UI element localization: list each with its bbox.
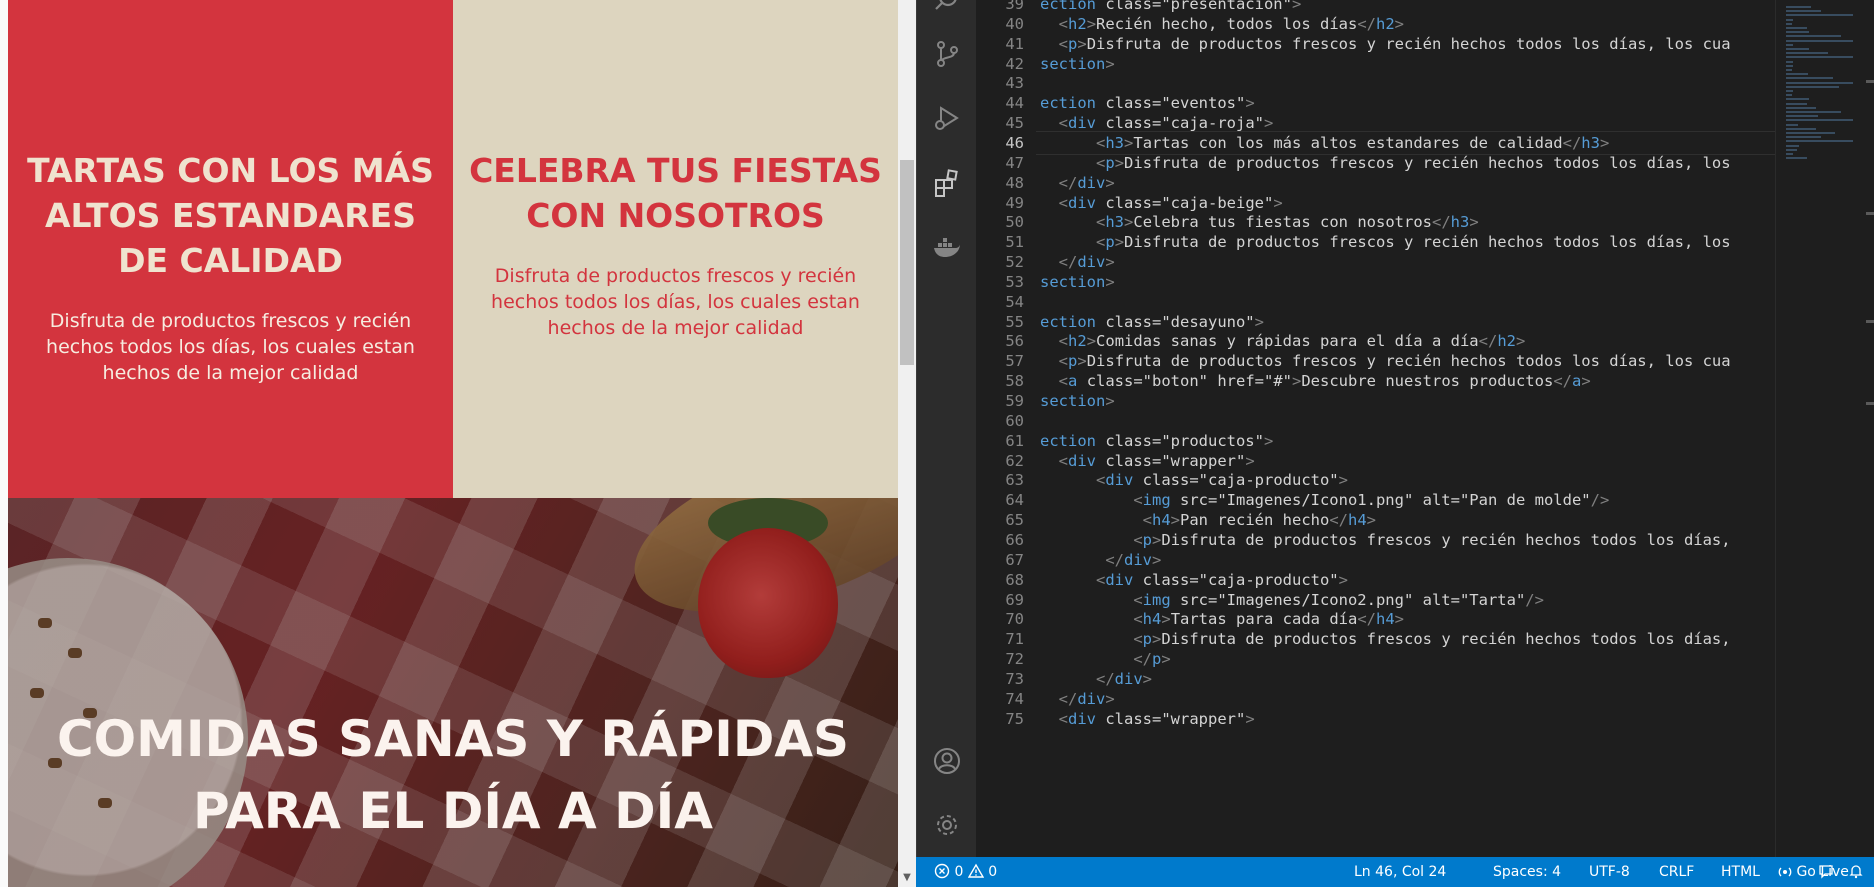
minimap-line — [1786, 43, 1794, 46]
minimap-line — [1786, 69, 1792, 71]
hero-title: Comidas sanas y rápidas para el día a dí… — [56, 710, 850, 840]
minimap-line — [1786, 85, 1840, 88]
broadcast-icon — [1778, 867, 1792, 877]
minimap-line — [1786, 115, 1819, 118]
caja-roja: Tartas con los más altos estandares de c… — [8, 0, 453, 498]
minimap-line — [1786, 111, 1841, 113]
caja-beige-title: Celebra tus fiestas con nosotros — [469, 151, 882, 235]
minimap-line — [1786, 127, 1816, 130]
line-number: 75 — [1005, 709, 1024, 728]
caja-beige: Celebra tus fiestas con nosotros Disfrut… — [453, 0, 898, 498]
scroll-down-arrow-icon[interactable]: ▼ — [898, 869, 916, 887]
language-mode[interactable]: HTML — [1721, 857, 1760, 887]
code-line[interactable]: 75 <div class="wrapper"> — [976, 707, 1816, 731]
source-control-icon[interactable] — [927, 34, 967, 74]
desayuno-hero: Comidas sanas y rápidas para el día a dí… — [8, 498, 898, 887]
caja-roja-title: Tartas con los más altos estandares de c… — [27, 151, 434, 280]
indentation[interactable]: Spaces: 4 — [1493, 857, 1561, 887]
feedback-icon[interactable] — [1818, 857, 1834, 887]
minimap-line — [1786, 140, 1853, 143]
preview-scrollbar[interactable]: ▼ — [898, 0, 916, 887]
minimap-line — [1786, 10, 1822, 13]
minimap-line — [1786, 31, 1809, 34]
browser-preview: Tartas con los más altos estandares de c… — [0, 0, 916, 887]
minimap-line — [1786, 102, 1807, 105]
minimap-line — [1786, 35, 1841, 38]
minimap[interactable] — [1775, 0, 1861, 857]
line-code: <div class="wrapper"> — [1058, 709, 1255, 728]
extensions-icon[interactable] — [927, 163, 967, 203]
minimap-line — [1786, 119, 1853, 122]
encoding[interactable]: UTF-8 — [1589, 857, 1630, 887]
code-editor[interactable]: 39 ection class="presentacion"> 40 <h2>Rec… — [976, 0, 1816, 857]
account-icon[interactable] — [927, 741, 967, 781]
minimap-line — [1786, 18, 1794, 21]
error-count: 0 — [954, 864, 964, 880]
minimap-line — [1786, 132, 1835, 134]
minimap-line — [1786, 60, 1794, 63]
minimap-line — [1786, 136, 1822, 139]
warning-icon — [967, 863, 985, 878]
scroll-marker — [1866, 212, 1874, 215]
preview-scroll-thumb[interactable] — [900, 160, 914, 365]
minimap-line — [1786, 52, 1829, 55]
minimap-line — [1786, 27, 1807, 29]
minimap-line — [1786, 123, 1798, 126]
activity-bar — [916, 0, 976, 857]
go-live-button[interactable]: Go Live — [1778, 857, 1849, 887]
vscode-window: 39 ection class="presentacion"> 40 <h2>Rec… — [916, 0, 1874, 887]
minimap-line — [1786, 81, 1853, 84]
scroll-marker — [1866, 402, 1874, 405]
problems-indicator[interactable]: 0 0 — [934, 857, 997, 887]
settings-gear-icon[interactable] — [927, 805, 967, 845]
minimap-line — [1786, 6, 1812, 8]
minimap-line — [1786, 157, 1807, 160]
minimap-line — [1786, 56, 1853, 59]
minimap-line — [1786, 22, 1792, 25]
minimap-line — [1786, 144, 1799, 147]
notifications-bell-icon[interactable] — [1848, 857, 1864, 887]
error-icon — [934, 863, 950, 879]
run-debug-icon[interactable] — [927, 98, 967, 138]
search-icon[interactable] — [927, 0, 967, 22]
caja-beige-text: Disfruta de productos frescos y recién h… — [491, 265, 860, 339]
scroll-marker — [1866, 80, 1874, 83]
status-bar: 0 0 Ln 46, Col 24 Spaces: 4 UTF-8 CRLF H… — [916, 857, 1874, 887]
minimap-line — [1786, 90, 1794, 92]
minimap-line — [1786, 14, 1853, 17]
editor-scrollbar[interactable] — [1860, 0, 1874, 857]
minimap-line — [1786, 64, 1794, 67]
minimap-line — [1786, 106, 1816, 109]
minimap-line — [1786, 153, 1794, 155]
cursor-position[interactable]: Ln 46, Col 24 — [1354, 857, 1446, 887]
docker-icon[interactable] — [927, 228, 967, 268]
minimap-line — [1786, 48, 1810, 50]
preview-edge — [0, 0, 8, 887]
minimap-line — [1786, 77, 1833, 80]
warning-count: 0 — [988, 864, 998, 880]
caja-roja-text: Disfruta de productos frescos y recién h… — [46, 310, 415, 384]
end-of-line[interactable]: CRLF — [1659, 857, 1694, 887]
minimap-line — [1786, 39, 1853, 42]
minimap-line — [1786, 148, 1797, 151]
minimap-line — [1786, 73, 1808, 76]
minimap-line — [1786, 98, 1809, 101]
minimap-line — [1786, 94, 1792, 97]
scroll-marker — [1866, 320, 1874, 323]
